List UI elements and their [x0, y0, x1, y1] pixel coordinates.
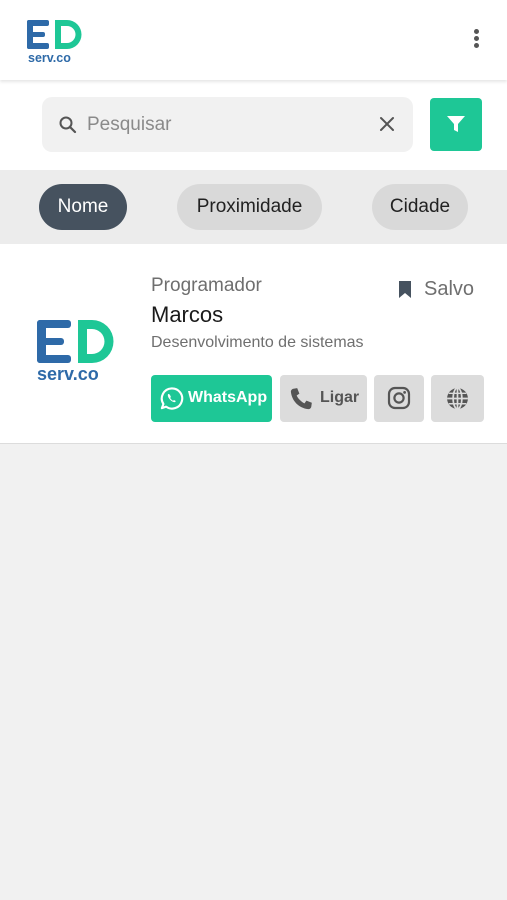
- logo-text: serv.co: [28, 51, 71, 64]
- whatsapp-label: WhatsApp: [188, 389, 268, 406]
- phone-icon: [290, 388, 312, 410]
- call-label: Ligar: [320, 389, 360, 406]
- saved-label: Salvo: [424, 278, 475, 300]
- instagram-icon: [387, 386, 411, 410]
- website-button[interactable]: [431, 375, 484, 422]
- filter-icon: [447, 116, 465, 132]
- whatsapp-icon: [160, 387, 184, 410]
- provider-logo: serv.co: [37, 320, 114, 382]
- sort-chip-nome[interactable]: Nome: [39, 184, 127, 230]
- sort-chip-cidade[interactable]: Cidade: [372, 184, 468, 230]
- sort-options: Nome Proximidade Cidade: [0, 170, 507, 244]
- instagram-button[interactable]: [374, 375, 424, 422]
- app-header: serv.co: [0, 0, 507, 80]
- whatsapp-button[interactable]: WhatsApp: [151, 375, 272, 422]
- app-logo: serv.co: [27, 20, 82, 64]
- result-card[interactable]: serv.co Programador Marcos Desenvolvimen…: [0, 244, 507, 444]
- sort-chip-proximidade[interactable]: Proximidade: [177, 184, 322, 230]
- provider-name: Marcos: [151, 302, 224, 327]
- provider-description: Desenvolvimento de sistemas: [151, 334, 364, 351]
- search-input[interactable]: [87, 105, 367, 145]
- provider-category: Programador: [151, 275, 262, 296]
- search-icon: [59, 116, 77, 134]
- search-bar: [0, 80, 507, 170]
- filter-button[interactable]: [430, 98, 482, 151]
- close-icon[interactable]: [377, 114, 397, 134]
- globe-icon: [447, 387, 468, 410]
- search-field[interactable]: [42, 97, 413, 152]
- kebab-menu-icon[interactable]: [466, 27, 486, 53]
- provider-logo-text: serv.co: [37, 364, 99, 382]
- call-button[interactable]: Ligar: [280, 375, 367, 422]
- bookmark-icon: [399, 281, 411, 298]
